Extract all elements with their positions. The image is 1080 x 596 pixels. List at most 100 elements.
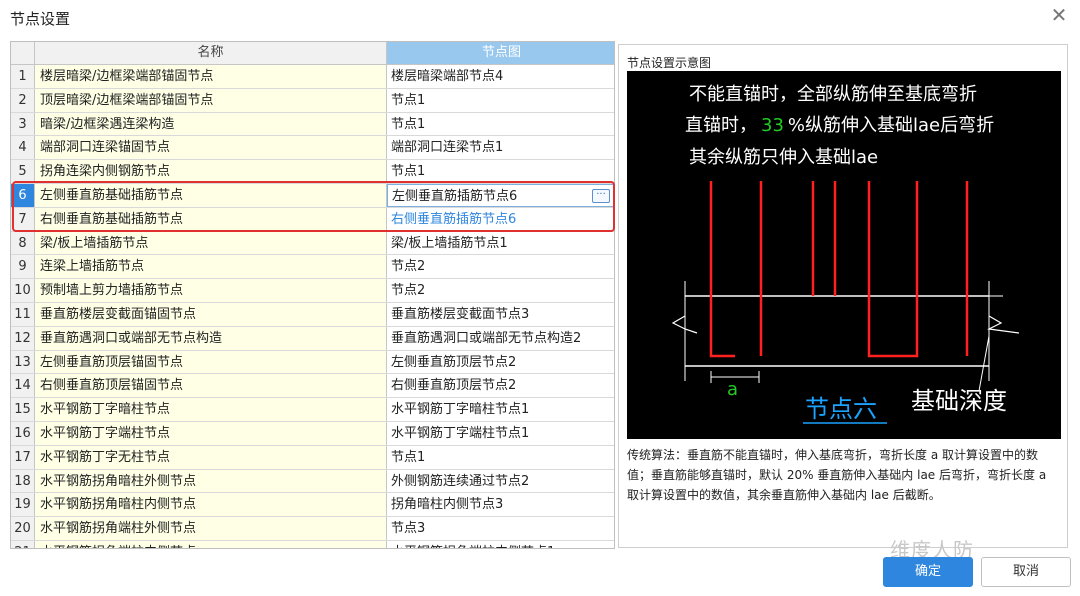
row-node-cell[interactable]: 左侧垂直筋顶层节点2 <box>387 351 614 374</box>
row-number[interactable]: 6 <box>11 183 35 207</box>
row-number[interactable]: 5 <box>11 160 35 183</box>
row-name-cell[interactable]: 水平钢筋拐角暗柱内侧节点 <box>35 493 387 517</box>
row-node-value: 外侧钢筋连续通过节点2 <box>391 473 530 489</box>
table-row[interactable]: 3 暗梁/边框梁遇连梁构造 节点1 <box>11 112 614 137</box>
row-node-cell[interactable]: 右侧垂直筋顶层节点2 <box>387 374 614 397</box>
close-icon[interactable]: ✕ <box>1048 4 1070 26</box>
row-number[interactable]: 1 <box>11 65 35 88</box>
table-row[interactable]: 17 水平钢筋丁字无柱节点 节点1 <box>11 445 614 470</box>
row-number[interactable]: 14 <box>11 374 35 398</box>
row-name-cell[interactable]: 顶层暗梁/边框梁端部锚固节点 <box>35 88 387 112</box>
row-node-cell[interactable]: 节点1 <box>387 89 614 112</box>
row-node-value: 节点3 <box>391 521 426 537</box>
row-name-cell[interactable]: 端部洞口连梁锚固节点 <box>35 136 387 160</box>
table-row[interactable]: 6 左侧垂直筋基础插筋节点 左侧垂直筋插筋节点6 ··· <box>11 183 614 208</box>
table-row[interactable]: 12 垂直筋遇洞口或端部无节点构造 垂直筋遇洞口或端部无节点构造2 <box>11 326 614 351</box>
row-number[interactable]: 7 <box>11 207 35 231</box>
row-name-cell[interactable]: 预制墙上剪力墙插筋节点 <box>35 279 387 302</box>
row-node-value: 水平钢筋丁字暗柱节点1 <box>391 402 530 418</box>
row-node-value: 左侧垂直筋插筋节点6 <box>392 188 518 204</box>
row-name-cell[interactable]: 连梁上墙插筋节点 <box>35 255 387 279</box>
table-row[interactable]: 18 水平钢筋拐角暗柱外侧节点 外侧钢筋连续通过节点2 <box>11 469 614 494</box>
row-name-cell[interactable]: 水平钢筋拐角端柱外侧节点 <box>35 517 387 540</box>
dialog-title: 节点设置 <box>10 10 71 28</box>
table-row[interactable]: 19 水平钢筋拐角暗柱内侧节点 拐角暗柱内侧节点3 <box>11 493 614 518</box>
table-row[interactable]: 10 预制墙上剪力墙插筋节点 节点2 <box>11 279 614 303</box>
row-node-cell[interactable]: 节点1 <box>387 160 614 183</box>
row-number[interactable]: 18 <box>11 469 35 493</box>
row-name-cell[interactable]: 拐角连梁内侧钢筋节点 <box>35 160 387 183</box>
diagram-svg: 不能直锚时，全部纵筋伸至基底弯折 直锚时， 33 %纵筋伸入基础lae后弯折 其余纵… <box>671 84 1020 424</box>
row-node-cell[interactable]: 节点1 <box>387 113 614 136</box>
row-number[interactable]: 8 <box>11 231 35 255</box>
row-node-cell[interactable]: 端部洞口连梁节点1 <box>387 136 614 159</box>
row-name-cell[interactable]: 垂直筋楼层变截面锚固节点 <box>35 302 387 326</box>
table-row[interactable]: 9 连梁上墙插筋节点 节点2 <box>11 255 614 280</box>
name-column-header[interactable]: 名称 <box>35 42 387 65</box>
row-name-cell[interactable]: 左侧垂直筋基础插筋节点 <box>35 183 387 207</box>
row-name-cell[interactable]: 水平钢筋丁字无柱节点 <box>35 445 387 469</box>
row-number[interactable]: 20 <box>11 517 35 540</box>
row-number[interactable]: 13 <box>11 350 35 374</box>
table-row[interactable]: 21水平钢筋拐角端柱内侧节点水平钢筋拐角端柱内侧节点1 <box>11 540 614 548</box>
row-number[interactable]: 3 <box>11 112 35 136</box>
row-number[interactable]: 21 <box>11 540 35 548</box>
table-row[interactable]: 11 垂直筋楼层变截面锚固节点 垂直筋楼层变截面节点3 <box>11 302 614 327</box>
row-number[interactable]: 9 <box>11 255 35 279</box>
row-node-cell[interactable]: 水平钢筋丁字端柱节点1 <box>387 422 614 445</box>
row-number[interactable]: 2 <box>11 88 35 112</box>
row-name-cell[interactable]: 右侧垂直筋基础插筋节点 <box>35 207 387 231</box>
row-name-cell[interactable]: 水平钢筋拐角端柱内侧节点 <box>35 540 387 548</box>
diagram-line-2-b: %纵筋伸入基础lae后弯折 <box>788 115 994 136</box>
table-row[interactable]: 1 楼层暗梁/边框梁端部锚固节点 楼层暗梁端部节点4 <box>11 65 614 89</box>
row-number[interactable]: 11 <box>11 302 35 326</box>
row-name-cell[interactable]: 左侧垂直筋顶层锚固节点 <box>35 350 387 374</box>
row-name-cell[interactable]: 楼层暗梁/边框梁端部锚固节点 <box>35 65 387 88</box>
rebar-5 <box>867 181 893 358</box>
row-node-cell[interactable]: 节点3 <box>387 517 614 540</box>
row-number[interactable]: 16 <box>11 421 35 445</box>
row-node-cell[interactable]: 楼层暗梁端部节点4 <box>387 65 614 88</box>
table-row[interactable]: 20 水平钢筋拐角端柱外侧节点 节点3 <box>11 517 614 541</box>
row-number[interactable]: 15 <box>11 398 35 421</box>
row-node-cell[interactable]: 左侧垂直筋插筋节点6 ··· <box>387 183 614 207</box>
row-name-cell[interactable]: 水平钢筋丁字暗柱节点 <box>35 398 387 421</box>
row-node-cell[interactable]: 节点1 <box>387 446 614 469</box>
row-node-cell[interactable]: 外侧钢筋连续通过节点2 <box>387 470 614 493</box>
row-number[interactable]: 4 <box>11 136 35 160</box>
table-row[interactable]: 5 拐角连梁内侧钢筋节点 节点1 <box>11 160 614 184</box>
table-row[interactable]: 13 左侧垂直筋顶层锚固节点 左侧垂直筋顶层节点2 <box>11 350 614 375</box>
row-name-cell[interactable]: 垂直筋遇洞口或端部无节点构造 <box>35 326 387 350</box>
cancel-button[interactable]: 取消 <box>981 557 1071 587</box>
table-row[interactable]: 2 顶层暗梁/边框梁端部锚固节点 节点1 <box>11 88 614 113</box>
table-row[interactable]: 14 右侧垂直筋顶层锚固节点 右侧垂直筋顶层节点2 <box>11 374 614 399</box>
table-row[interactable]: 4 端部洞口连梁锚固节点 端部洞口连梁节点1 <box>11 136 614 161</box>
row-number[interactable]: 12 <box>11 326 35 350</box>
node-column-header[interactable]: 节点图 <box>387 42 614 65</box>
row-number[interactable]: 17 <box>11 445 35 469</box>
table-row[interactable]: 15 水平钢筋丁字暗柱节点 水平钢筋丁字暗柱节点1 <box>11 398 614 422</box>
row-node-cell[interactable]: 右侧垂直筋插筋节点6 <box>387 208 614 231</box>
table-row[interactable]: 16 水平钢筋丁字端柱节点 水平钢筋丁字端柱节点1 <box>11 421 614 446</box>
more-options-icon[interactable]: ··· <box>592 188 610 203</box>
row-node-cell[interactable]: 节点2 <box>387 279 614 302</box>
row-node-cell[interactable]: 垂直筋遇洞口或端部无节点构造2 <box>387 327 614 350</box>
row-node-cell[interactable]: 水平钢筋丁字暗柱节点1 <box>387 398 614 421</box>
row-name-cell[interactable]: 暗梁/边框梁遇连梁构造 <box>35 112 387 136</box>
diagram-percent: 33 <box>761 115 784 136</box>
row-name-cell[interactable]: 水平钢筋拐角暗柱外侧节点 <box>35 469 387 493</box>
row-node-cell[interactable]: 水平钢筋拐角端柱内侧节点1 <box>387 541 614 548</box>
row-node-cell[interactable]: 节点2 <box>387 255 614 278</box>
right-break-mark <box>986 315 1020 334</box>
row-name-cell[interactable]: 水平钢筋丁字端柱节点 <box>35 421 387 445</box>
ok-button[interactable]: 确定 <box>883 557 973 587</box>
table-row[interactable]: 7 右侧垂直筋基础插筋节点 右侧垂直筋插筋节点6 <box>11 207 614 232</box>
row-name-cell[interactable]: 右侧垂直筋顶层锚固节点 <box>35 374 387 398</box>
table-row[interactable]: 8 梁/板上墙插筋节点 梁/板上墙插筋节点1 <box>11 231 614 256</box>
row-node-cell[interactable]: 梁/板上墙插筋节点1 <box>387 232 614 255</box>
row-number[interactable]: 10 <box>11 279 35 302</box>
row-node-cell[interactable]: 拐角暗柱内侧节点3 <box>387 493 614 516</box>
row-number[interactable]: 19 <box>11 493 35 517</box>
row-node-cell[interactable]: 垂直筋楼层变截面节点3 <box>387 303 614 326</box>
row-name-cell[interactable]: 梁/板上墙插筋节点 <box>35 231 387 255</box>
